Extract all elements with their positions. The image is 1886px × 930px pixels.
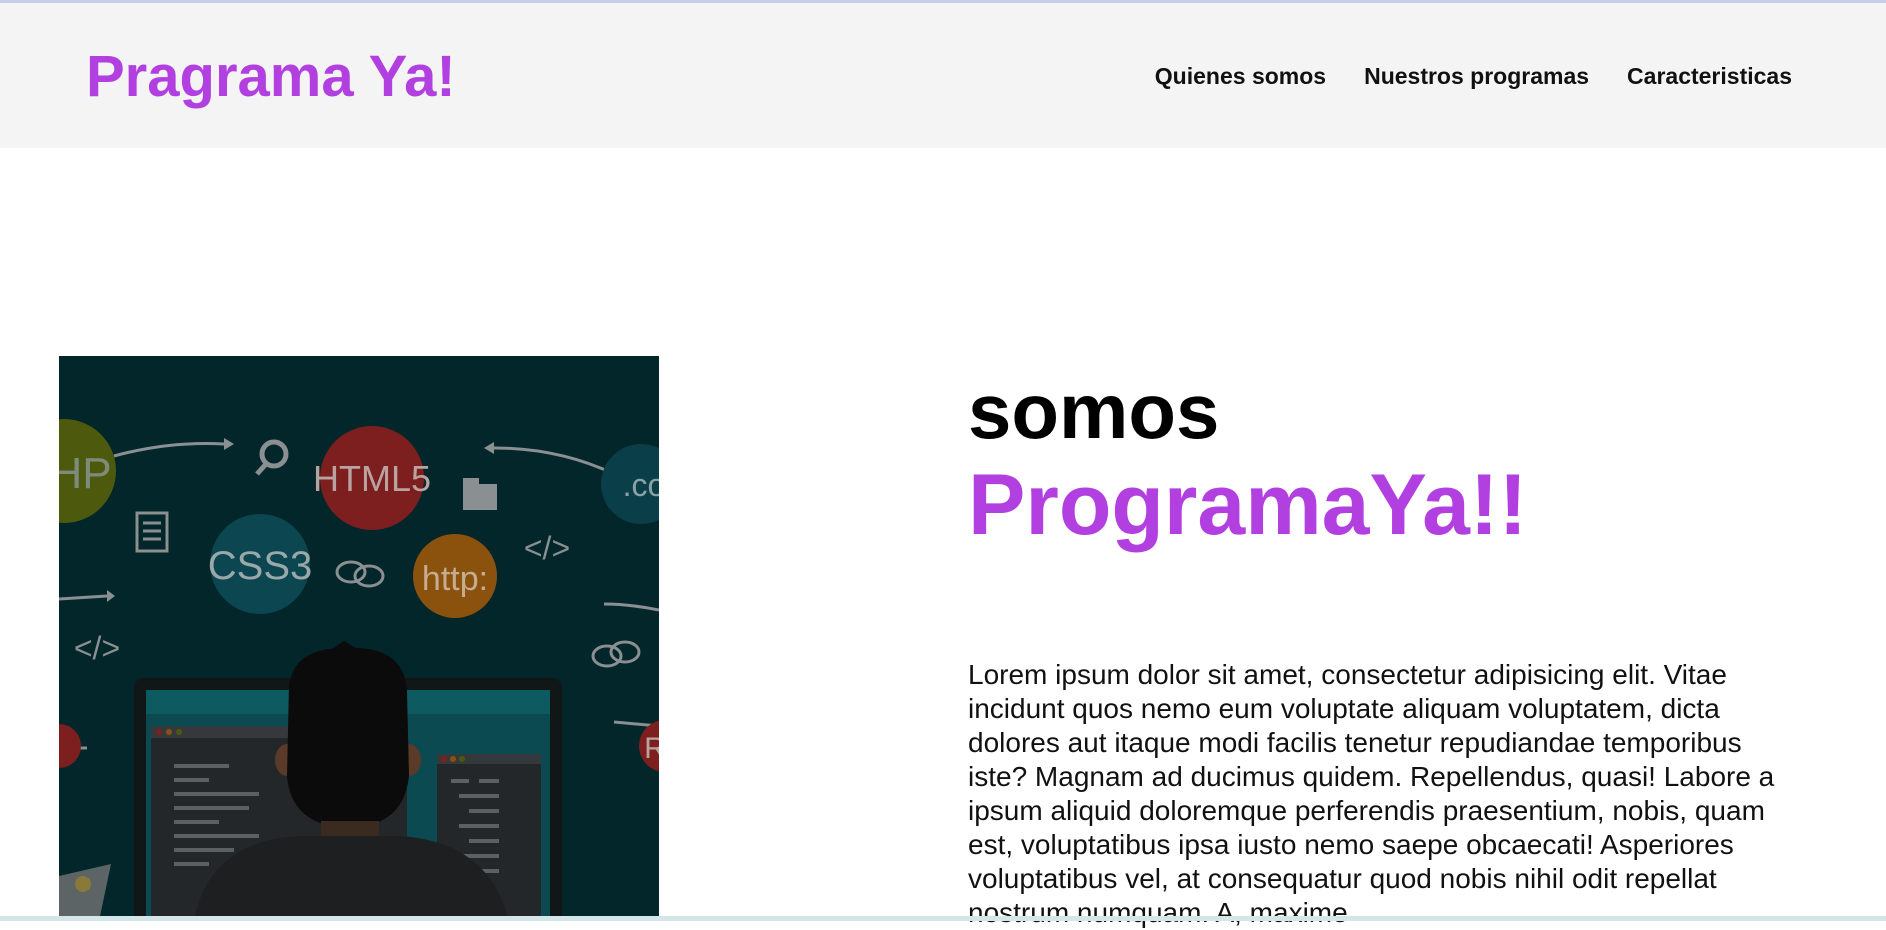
brand-logo[interactable]: Pragrama Ya!	[86, 43, 456, 110]
hero-paragraph: Lorem ipsum dolor sit amet, consectetur …	[968, 659, 1775, 928]
svg-text:R: R	[644, 732, 659, 765]
nav-link-nuestros-programas[interactable]: Nuestros programas	[1364, 63, 1589, 90]
svg-text:CSS3: CSS3	[208, 544, 313, 588]
http-badge-icon: http:	[413, 534, 497, 618]
nav-link-caracteristicas[interactable]: Caracteristicas	[1627, 63, 1792, 90]
svg-text:http:: http:	[422, 560, 488, 598]
hero-illustration: HP HTML5 .co CSS3 http: </> </> R	[59, 356, 659, 921]
headline-line-brand: ProgramaYa!!	[968, 457, 1528, 553]
site-header: Pragrama Ya! Quienes somos Nuestros prog…	[0, 3, 1886, 148]
nav-link-quienes-somos[interactable]: Quienes somos	[1155, 63, 1326, 90]
svg-text:.co: .co	[623, 467, 659, 503]
main-nav: Quienes somos Nuestros programas Caracte…	[1155, 63, 1792, 90]
code-tag-icon: </>	[74, 630, 120, 666]
code-tag-icon: </>	[524, 530, 570, 566]
headline-line-somos: somos	[968, 367, 1220, 455]
bottom-scroll-edge	[0, 916, 1886, 921]
hero-headline: somos ProgramaYa!!	[968, 372, 1527, 548]
svg-text:HP: HP	[59, 449, 112, 498]
svg-text:HTML5: HTML5	[313, 458, 431, 499]
